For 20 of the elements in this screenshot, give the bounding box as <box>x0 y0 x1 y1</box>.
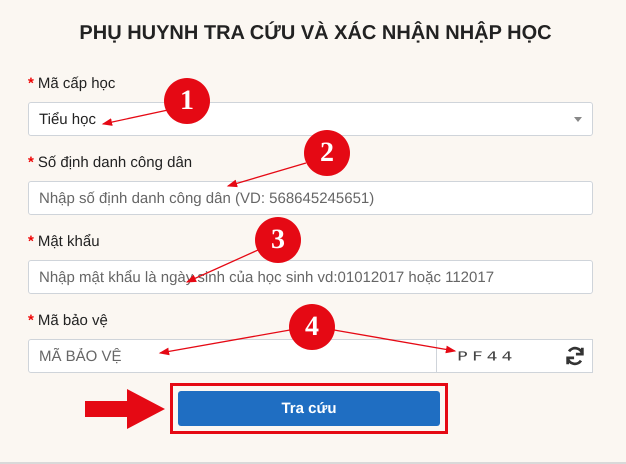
search-button[interactable]: Tra cứu <box>178 391 440 426</box>
page-title: PHỤ HUYNH TRA CỨU VÀ XÁC NHẬN NHẬP HỌC <box>78 22 553 45</box>
field-label: Mật khẩu <box>38 233 100 250</box>
step-number: 2 <box>304 130 350 176</box>
field-label: Mã cấp học <box>38 75 116 92</box>
captcha-image: PF44 <box>437 339 593 373</box>
field-label: Mã bảo vệ <box>38 312 108 329</box>
required-marker: * <box>28 312 34 329</box>
step-number: 1 <box>164 78 210 124</box>
pointer-arrow-icon <box>85 389 165 429</box>
step-number: 3 <box>255 217 301 263</box>
step-number: 4 <box>289 304 335 350</box>
field-label: Số định danh công dân <box>38 154 192 171</box>
refresh-icon[interactable] <box>564 345 586 367</box>
leader-line <box>102 109 168 126</box>
input-field[interactable]: Nhập số định danh công dân (VD: 568645245651) <box>28 181 593 215</box>
required-marker: * <box>28 154 34 171</box>
required-marker: * <box>28 233 34 250</box>
caret-icon <box>574 116 582 122</box>
required-marker: * <box>28 75 34 92</box>
